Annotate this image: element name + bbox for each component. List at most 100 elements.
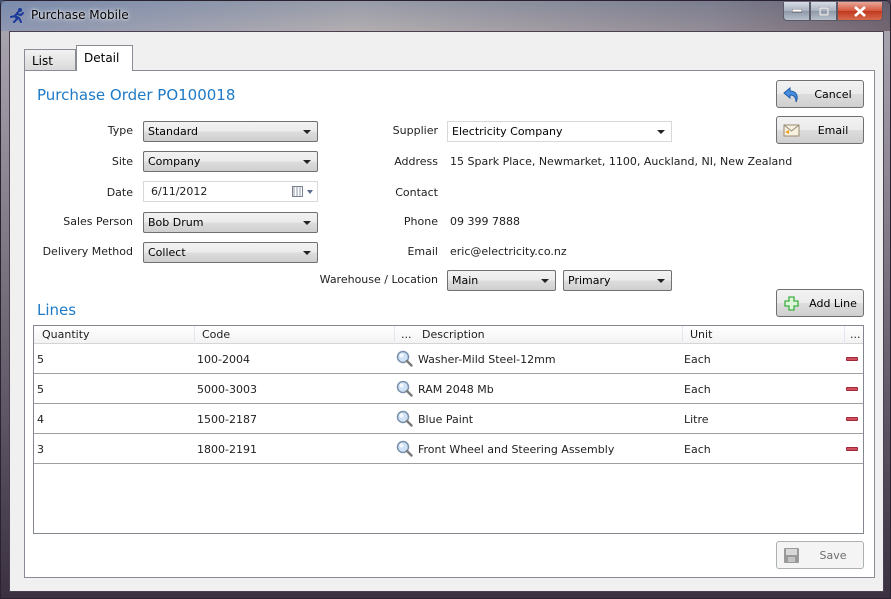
chevron-down-icon <box>303 130 311 134</box>
sales-person-label: Sales Person <box>63 215 133 228</box>
envelope-icon <box>783 124 800 137</box>
detail-panel: Purchase Order PO100018 Type Standard Si… <box>24 70 875 578</box>
date-value: 6/11/2012 <box>151 185 208 198</box>
unit-cell[interactable]: Litre <box>684 413 709 426</box>
unit-cell[interactable]: Each <box>684 353 711 366</box>
column-divider[interactable] <box>394 326 395 344</box>
minimize-button[interactable] <box>783 2 810 21</box>
date-label: Date <box>106 186 133 199</box>
description-cell[interactable]: Front Wheel and Steering Assembly <box>418 443 614 456</box>
lines-section-title: Lines <box>37 301 77 319</box>
caption-buttons <box>783 2 883 21</box>
add-line-button[interactable]: Add Line <box>776 289 864 317</box>
warehouse-dropdown[interactable]: Main <box>447 270 556 291</box>
runner-app-icon <box>10 8 24 23</box>
tab-detail[interactable]: Detail <box>76 45 133 71</box>
description-cell[interactable]: Washer-Mild Steel-12mm <box>418 353 556 366</box>
remove-line-icon[interactable] <box>846 357 858 361</box>
delivery-method-label: Delivery Method <box>42 245 133 258</box>
title-bar[interactable]: Purchase Mobile <box>1 1 890 31</box>
column-header-code[interactable]: Code <box>202 328 230 341</box>
grid-header: Quantity Code ... Description Unit ... <box>34 326 863 344</box>
table-row[interactable]: 3 1800-2191 Front Wheel and Steering Ass… <box>34 434 863 464</box>
tab-list[interactable]: List <box>24 49 76 71</box>
supplier-value: Electricity Company <box>452 125 563 138</box>
quantity-cell[interactable]: 5 <box>37 353 44 366</box>
search-icon[interactable] <box>396 440 413 457</box>
type-value: Standard <box>148 125 199 138</box>
chevron-down-icon[interactable] <box>307 190 313 194</box>
calendar-icon[interactable] <box>292 186 303 197</box>
email-button-label: Email <box>817 124 849 137</box>
chevron-down-icon[interactable] <box>303 221 311 225</box>
warehouse-location-label: Warehouse / Location <box>319 273 438 286</box>
chevron-down-icon <box>303 160 311 164</box>
site-value: Company <box>148 155 201 168</box>
chevron-down-icon <box>657 279 665 283</box>
sales-person-dropdown[interactable]: Bob Drum <box>143 212 318 233</box>
column-divider[interactable] <box>194 326 195 344</box>
date-picker[interactable]: 6/11/2012 <box>143 181 318 202</box>
add-line-label: Add Line <box>809 297 857 310</box>
code-cell[interactable]: 1800-2191 <box>197 443 257 456</box>
quantity-cell[interactable]: 4 <box>37 413 44 426</box>
email-value: eric@electricity.co.nz <box>450 245 567 258</box>
column-divider[interactable] <box>844 326 845 344</box>
description-cell[interactable]: Blue Paint <box>418 413 473 426</box>
phone-label: Phone <box>403 215 438 228</box>
plus-icon <box>784 296 799 311</box>
type-dropdown[interactable]: Standard <box>143 121 318 142</box>
client-area: List Detail Purchase Order PO100018 Type… <box>9 31 884 592</box>
column-divider[interactable] <box>682 326 683 344</box>
page-title: Purchase Order PO100018 <box>37 86 236 104</box>
location-dropdown[interactable]: Primary <box>563 270 672 291</box>
cancel-label: Cancel <box>814 88 852 101</box>
code-cell[interactable]: 5000-3003 <box>197 383 257 396</box>
column-header-description[interactable]: Description <box>422 328 485 341</box>
supplier-dropdown[interactable]: Electricity Company <box>447 121 672 142</box>
site-dropdown[interactable]: Company <box>143 151 318 172</box>
remove-line-icon[interactable] <box>846 417 858 421</box>
search-icon[interactable] <box>396 380 413 397</box>
unit-cell[interactable]: Each <box>684 443 711 456</box>
code-cell[interactable]: 1500-2187 <box>197 413 257 426</box>
column-header-actions[interactable]: ... <box>850 328 861 341</box>
app-window: Purchase Mobile List Detail Purchase Ord… <box>0 0 891 599</box>
table-row[interactable]: 5 5000-3003 RAM 2048 Mb Each <box>34 374 863 404</box>
maximize-button[interactable] <box>810 2 837 21</box>
chevron-down-icon <box>303 251 311 255</box>
address-label: Address <box>394 155 438 168</box>
window-title: Purchase Mobile <box>31 8 129 22</box>
quantity-cell[interactable]: 3 <box>37 443 44 456</box>
cancel-button[interactable]: Cancel <box>776 80 864 108</box>
close-button[interactable] <box>837 2 883 21</box>
supplier-label: Supplier <box>392 124 438 137</box>
description-cell[interactable]: RAM 2048 Mb <box>418 383 494 396</box>
chevron-down-icon <box>541 279 549 283</box>
quantity-cell[interactable]: 5 <box>37 383 44 396</box>
floppy-disk-icon <box>784 548 799 563</box>
search-icon[interactable] <box>396 350 413 367</box>
table-row[interactable]: 5 100-2004 Washer-Mild Steel-12mm Each <box>34 344 863 374</box>
phone-value: 09 399 7888 <box>450 215 520 228</box>
save-button[interactable]: Save <box>776 541 864 569</box>
column-header-lookup[interactable]: ... <box>401 328 412 341</box>
close-icon <box>854 5 866 17</box>
delivery-method-dropdown[interactable]: Collect <box>143 242 318 263</box>
column-header-unit[interactable]: Unit <box>690 328 712 341</box>
address-value: 15 Spark Place, Newmarket, 1100, Aucklan… <box>450 155 793 168</box>
minimize-icon <box>791 9 802 13</box>
column-header-quantity[interactable]: Quantity <box>42 328 90 341</box>
remove-line-icon[interactable] <box>846 447 858 451</box>
lines-grid: Quantity Code ... Description Unit ... 5… <box>33 325 864 534</box>
sales-person-value: Bob Drum <box>148 216 204 229</box>
unit-cell[interactable]: Each <box>684 383 711 396</box>
maximize-icon <box>818 6 829 16</box>
site-label: Site <box>111 155 133 168</box>
remove-line-icon[interactable] <box>846 387 858 391</box>
code-cell[interactable]: 100-2004 <box>197 353 250 366</box>
location-value: Primary <box>568 274 611 287</box>
search-icon[interactable] <box>396 410 413 427</box>
email-button[interactable]: Email <box>776 116 864 144</box>
table-row[interactable]: 4 1500-2187 Blue Paint Litre <box>34 404 863 434</box>
